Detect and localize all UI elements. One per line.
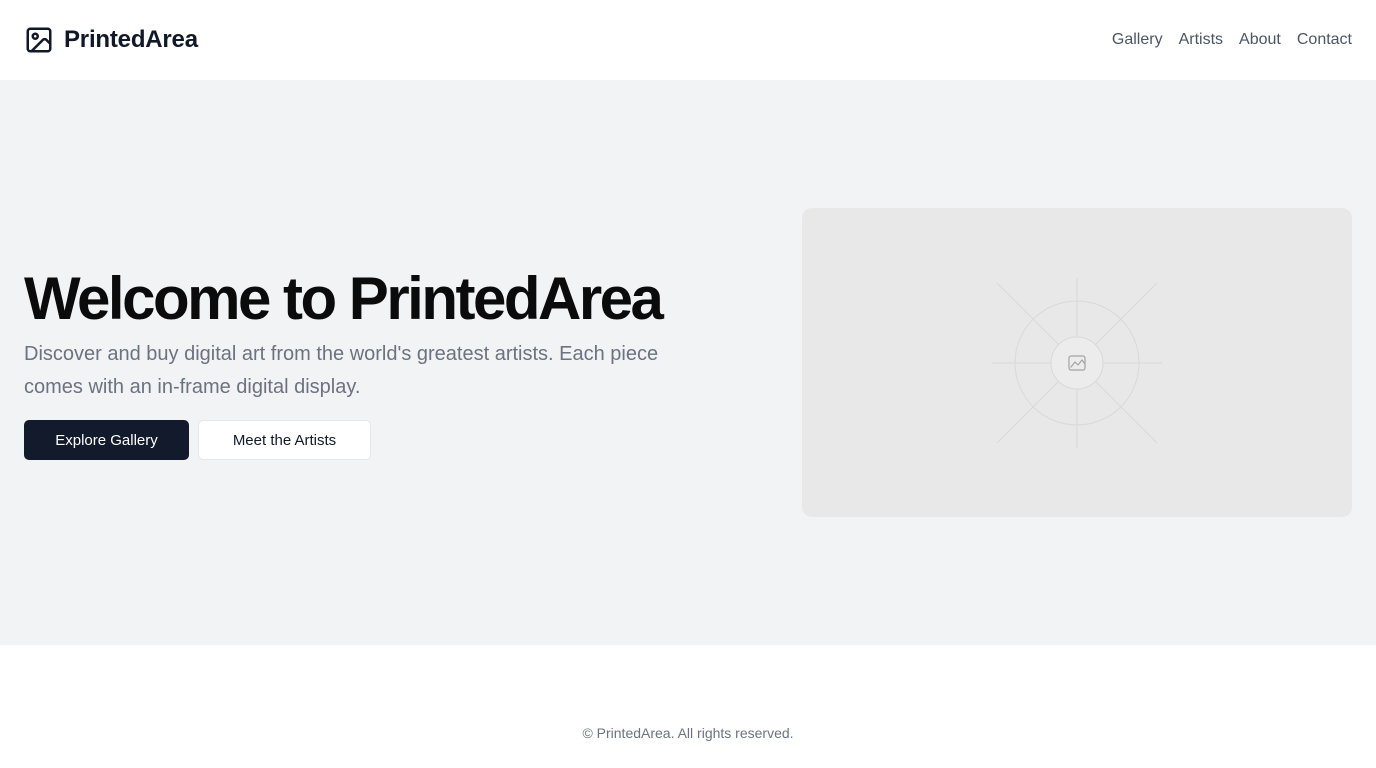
nav-contact[interactable]: Contact [1297, 31, 1352, 49]
brand-link[interactable]: PrintedArea [24, 25, 198, 55]
explore-gallery-button[interactable]: Explore Gallery [24, 420, 189, 460]
hero-image-placeholder [802, 208, 1352, 517]
nav-gallery[interactable]: Gallery [1112, 31, 1163, 49]
hero-section: Welcome to PrintedArea Discover and buy … [0, 80, 1376, 645]
hero-subtitle: Discover and buy digital art from the wo… [24, 343, 659, 398]
brand-name: PrintedArea [64, 26, 198, 53]
image-placeholder-icon [992, 278, 1162, 448]
image-icon [26, 27, 52, 53]
hero-buttons: Explore Gallery Meet the Artists [24, 420, 724, 460]
hero-text: Welcome to PrintedArea Discover and buy … [24, 266, 724, 460]
meet-artists-button[interactable]: Meet the Artists [198, 420, 371, 460]
nav-artists[interactable]: Artists [1179, 31, 1223, 49]
site-footer: © PrintedArea. All rights reserved. [0, 645, 1376, 768]
site-header: PrintedArea Gallery Artists About Contac… [0, 0, 1376, 80]
hero-title: Welcome to PrintedArea [24, 265, 664, 332]
nav-about[interactable]: About [1239, 31, 1281, 49]
copyright-text: © PrintedArea. All rights reserved. [582, 725, 794, 741]
main-nav: Gallery Artists About Contact [1112, 31, 1352, 49]
